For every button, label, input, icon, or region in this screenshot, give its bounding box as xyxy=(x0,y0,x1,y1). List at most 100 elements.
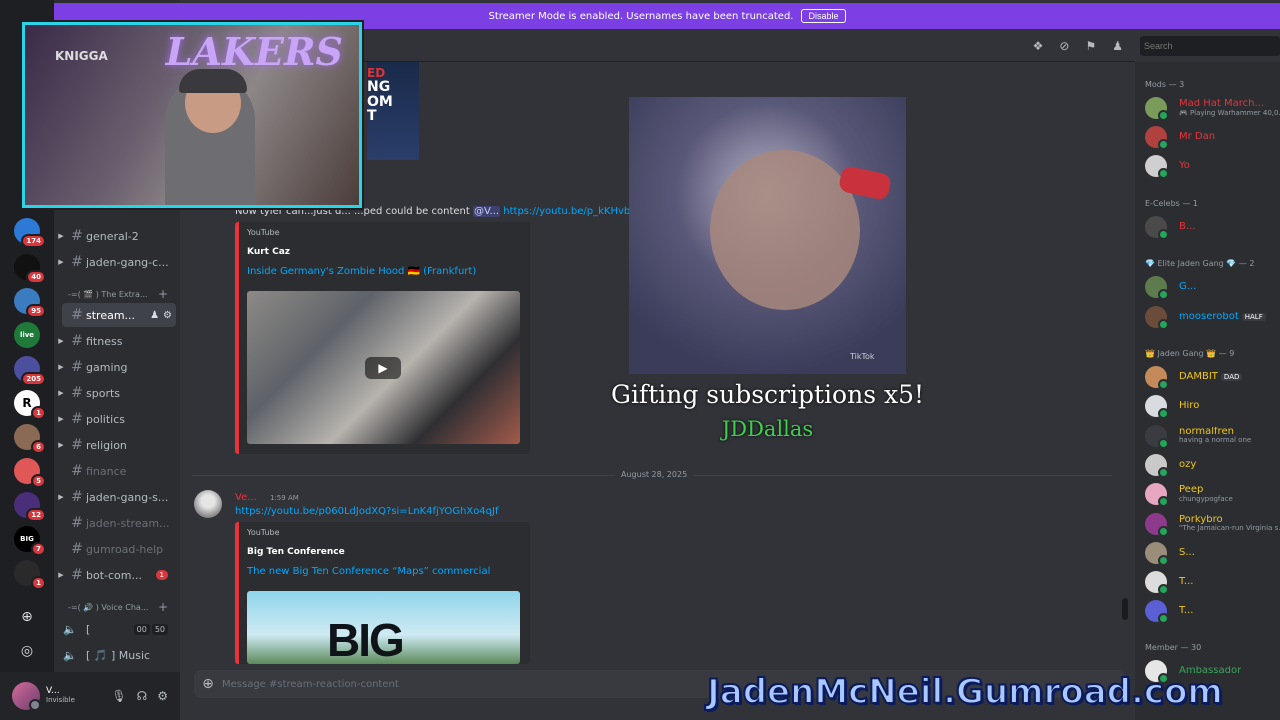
member-item[interactable]: normalfren having a normal one xyxy=(1145,423,1280,449)
message-link[interactable]: https://youtu.be/p060LdJodXQ?si=LnK4fjYO… xyxy=(235,506,499,517)
member-name: DAMBIT DAD xyxy=(1179,372,1243,383)
server-icon[interactable]: live xyxy=(14,322,40,348)
member-item[interactable]: Peep chungypogface xyxy=(1145,481,1280,508)
member-list-icon[interactable]: ♟ xyxy=(1112,39,1123,53)
server-icon[interactable]: 6 xyxy=(14,424,46,454)
member-item[interactable]: Yo xyxy=(1145,153,1280,179)
member-item[interactable]: mooserobot HALF xyxy=(1145,304,1280,330)
server-icon[interactable]: R1 xyxy=(14,390,46,420)
hash-icon: # xyxy=(71,567,83,583)
member-item[interactable]: S... xyxy=(1145,540,1280,566)
add-channel-icon[interactable]: + xyxy=(158,287,168,301)
video-thumbnail[interactable]: ▶ xyxy=(247,291,520,444)
member-text: S... xyxy=(1179,548,1195,559)
message-author-name[interactable]: Ve... xyxy=(235,492,257,503)
invite-icon[interactable]: ♟ xyxy=(150,310,159,321)
member-item[interactable]: DAMBIT DAD xyxy=(1145,364,1280,390)
member-avatar xyxy=(1145,306,1169,330)
channel-category[interactable]: -=( 🎬 ) The Extra... + xyxy=(68,286,180,302)
server-icon[interactable]: 12 xyxy=(14,492,46,522)
member-item[interactable]: G... xyxy=(1145,274,1280,300)
server-icon[interactable]: 95 xyxy=(14,288,46,318)
discover-icon[interactable]: ◎ xyxy=(18,642,36,660)
member-item[interactable]: B... xyxy=(1145,214,1280,240)
add-channel-icon[interactable]: + xyxy=(158,600,168,614)
user-avatar[interactable] xyxy=(12,682,41,711)
channel-item[interactable]: ▶ # general-2 xyxy=(54,224,180,248)
server-badge: 5 xyxy=(31,474,46,488)
server-icon[interactable]: 174 xyxy=(14,218,46,248)
member-name-text: G... xyxy=(1179,281,1197,292)
date-divider-label: August 28, 2025 xyxy=(615,470,694,479)
member-text: Hiro xyxy=(1179,401,1199,412)
embed-author[interactable]: Kurt Caz xyxy=(247,247,290,257)
user-mention[interactable]: @V... xyxy=(472,206,501,217)
member-group-header: Mods — 3 xyxy=(1145,80,1185,89)
channel-item[interactable]: ▶ # sports xyxy=(54,381,180,405)
hash-icon: # xyxy=(71,228,83,244)
channel-item[interactable]: ▶ # jaden-gang-c... xyxy=(54,250,180,274)
channel-item[interactable]: ▶ # fitness xyxy=(54,329,180,353)
play-icon[interactable]: ▶ xyxy=(365,357,401,379)
member-item[interactable]: T... xyxy=(1145,569,1280,596)
member-text: B... xyxy=(1179,222,1195,233)
voice-channel-item[interactable]: 🔈 [ 🎵 ] Music xyxy=(54,643,180,667)
video-thumbnail[interactable]: BIG xyxy=(247,591,520,664)
member-item[interactable]: T... xyxy=(1145,598,1280,625)
gear-icon[interactable]: ⚙ xyxy=(157,689,168,703)
channel-item[interactable]: ▶ # jaden-gang-s... xyxy=(54,485,180,509)
chevron-right-icon: ▶ xyxy=(58,232,64,240)
server-badge: 95 xyxy=(26,304,46,318)
channel-item[interactable]: # jaden-stream... xyxy=(54,511,180,535)
member-item[interactable]: Porkybro "The Jamaican-run Virginia s... xyxy=(1145,511,1280,537)
member-avatar xyxy=(1145,126,1169,150)
message-author-avatar[interactable] xyxy=(194,490,222,518)
channel-category[interactable]: -=( 🔊 ) Voice Cha... + xyxy=(68,599,180,615)
member-item[interactable]: Hiro xyxy=(1145,393,1280,420)
chevron-right-icon: ▶ xyxy=(58,337,64,345)
threads-icon[interactable]: ❖ xyxy=(1033,39,1044,53)
member-name: Mr Dan xyxy=(1179,132,1215,143)
microphone-icon[interactable]: 🎙 xyxy=(111,689,126,703)
gear-icon[interactable]: ⚙ xyxy=(163,310,172,321)
embed-title[interactable]: Inside Germany's Zombie Hood 🇩🇪 (Frankfu… xyxy=(247,266,476,277)
server-icon[interactable]: 40 xyxy=(14,254,46,284)
channel-item[interactable]: ▶ # religion xyxy=(54,433,180,457)
channel-item[interactable]: # stream... ♟ ⚙ xyxy=(62,303,176,327)
message-scrollbar[interactable] xyxy=(1122,598,1128,620)
embed-author[interactable]: Big Ten Conference xyxy=(247,547,345,557)
member-item[interactable]: Mr Dan xyxy=(1145,124,1280,150)
member-name: G... xyxy=(1179,282,1196,293)
voice-count: 00 xyxy=(133,623,150,635)
member-name-text: Yo xyxy=(1179,160,1190,171)
voice-channel-item[interactable]: 🔈 [00 50 xyxy=(54,617,180,641)
channel-label: stream... xyxy=(86,308,136,322)
pin-icon[interactable]: ⚑ xyxy=(1085,39,1096,53)
headphones-icon[interactable]: ☊ xyxy=(137,689,148,703)
add-attachment-icon[interactable]: ⊕ xyxy=(194,676,222,692)
channel-item[interactable]: ▶ # gaming xyxy=(54,355,180,379)
channel-label: gaming xyxy=(86,360,128,374)
chevron-right-icon: ▶ xyxy=(58,415,64,423)
channel-item[interactable]: ▶ # bot-com... 1 xyxy=(54,563,180,587)
search-input[interactable] xyxy=(1140,36,1280,56)
add-server-icon[interactable]: ⊕ xyxy=(18,608,36,626)
channel-item[interactable]: ▶ # politics xyxy=(54,407,180,431)
server-icon[interactable]: BIG 7 xyxy=(14,526,46,556)
server-icon[interactable]: 5 xyxy=(14,458,46,488)
discord-window: 174 40 95 live 205 R 1 6 5 12 BIG 7 1 ⊕ ◎ ▶ # general-2 ▶… xyxy=(0,0,1280,720)
member-item[interactable]: Mad Hat March... 🎮 Playing Warhammer 40,0… xyxy=(1145,95,1280,121)
server-label: R xyxy=(22,396,32,410)
previous-embed-image[interactable]: ED NG OM T xyxy=(367,62,419,160)
server-icon[interactable]: 1 xyxy=(14,560,46,590)
channel-item[interactable]: # gumroad-help xyxy=(54,537,180,561)
member-item[interactable]: ozy xyxy=(1145,452,1280,478)
embed-title[interactable]: The new Big Ten Conference “Maps” commer… xyxy=(247,566,490,577)
mute-bell-icon[interactable]: ⊘ xyxy=(1059,39,1069,53)
member-name: B... xyxy=(1179,222,1195,233)
member-name: T... xyxy=(1179,606,1193,617)
promo-text: JadenMcNeil.Gumroad.com xyxy=(706,671,1224,713)
disable-streamer-mode-button[interactable]: Disable xyxy=(801,9,846,23)
channel-item[interactable]: # finance xyxy=(54,459,180,483)
server-icon[interactable]: 205 xyxy=(14,356,46,386)
